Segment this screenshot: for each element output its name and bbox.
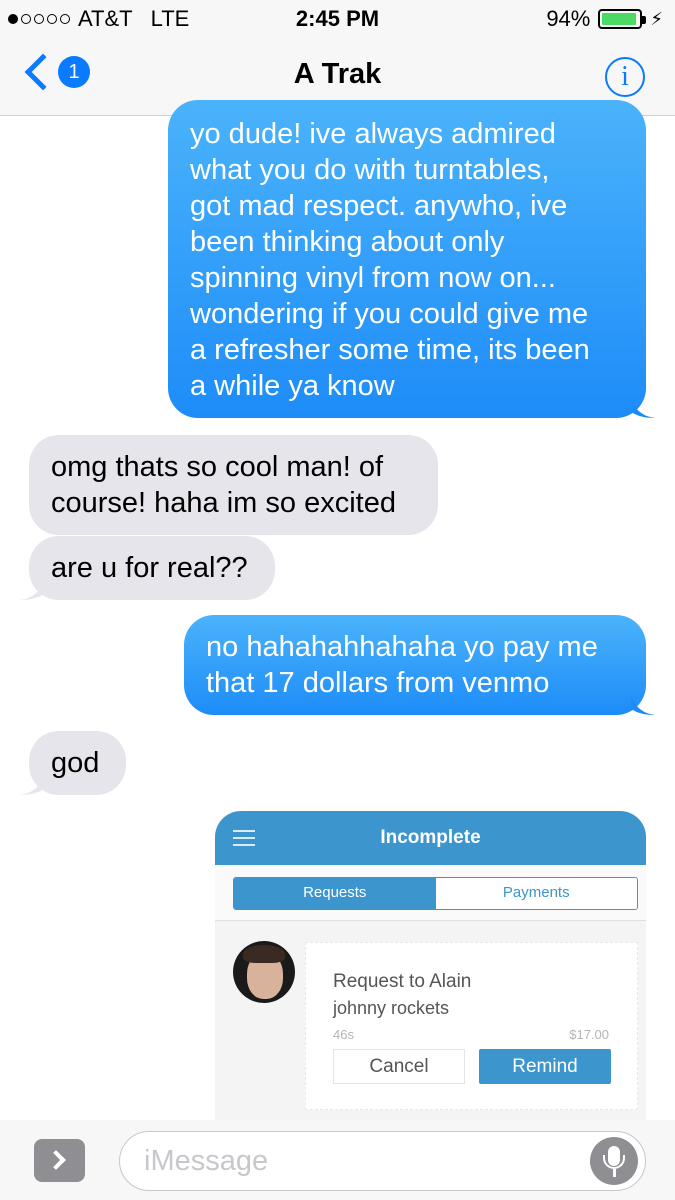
message-text: are u for real?? [51, 552, 248, 584]
bubble-tail [631, 396, 655, 418]
venmo-title: Incomplete [380, 827, 481, 848]
info-icon: i [621, 61, 629, 92]
contact-name: A Trak [293, 58, 382, 90]
status-right: 94% ⚡ [546, 6, 663, 32]
status-bar: AT&T LTE 2:45 PM 94% ⚡ [0, 0, 675, 38]
battery-icon [598, 9, 647, 29]
request-amount: $17.00 [569, 1027, 609, 1042]
incoming-message-bubble[interactable]: omg thats so cool man! of course! haha i… [29, 435, 438, 535]
cancel-button[interactable]: Cancel [333, 1049, 465, 1084]
imessage-input[interactable] [119, 1131, 646, 1191]
request-note: johnny rockets [333, 998, 450, 1018]
venmo-tab-group: Requests Payments [233, 877, 638, 910]
apps-expand-button[interactable] [34, 1139, 85, 1182]
bubble-tail [631, 693, 655, 715]
outgoing-message-bubble[interactable]: no hahahahhahaha yo pay me that 17 dolla… [184, 615, 655, 715]
venmo-header: Incomplete [215, 811, 646, 865]
avatar [233, 941, 295, 1003]
remind-button[interactable]: Remind [479, 1049, 611, 1084]
message-text: no hahahahhahaha yo pay me that 17 dolla… [206, 631, 598, 699]
tab-requests[interactable]: Requests [234, 878, 436, 909]
bubble-tail [20, 578, 44, 600]
request-title: Request to Alain [333, 971, 472, 992]
venmo-screenshot-attachment[interactable]: Incomplete Requests Payments Request to … [215, 811, 646, 1120]
charging-bolt-icon: ⚡ [650, 8, 663, 29]
battery-level-fill [602, 13, 637, 25]
bubble-tail [20, 773, 44, 795]
outgoing-message-bubble[interactable]: yo dude! ive always admired what you do … [168, 100, 655, 418]
message-text: god [51, 747, 100, 779]
request-time: 46s [333, 1027, 354, 1042]
info-button[interactable]: i [605, 57, 645, 97]
chevron-right-icon [46, 1150, 66, 1170]
message-text: omg thats so cool man! of course! haha i… [51, 451, 396, 519]
venmo-request-card: Request to Alain johnny rockets 46s $17.… [305, 942, 638, 1110]
microphone-button[interactable] [590, 1137, 638, 1185]
tab-payments[interactable]: Payments [435, 878, 637, 909]
message-input-bar [0, 1120, 675, 1200]
incoming-message-bubble[interactable]: are u for real?? [20, 536, 275, 600]
message-text: yo dude! ive always admired what you do … [190, 118, 590, 402]
venmo-tabs-area: Requests Payments [215, 865, 646, 921]
incoming-message-bubble[interactable]: god [20, 731, 126, 795]
battery-percent: 94% [546, 6, 591, 31]
